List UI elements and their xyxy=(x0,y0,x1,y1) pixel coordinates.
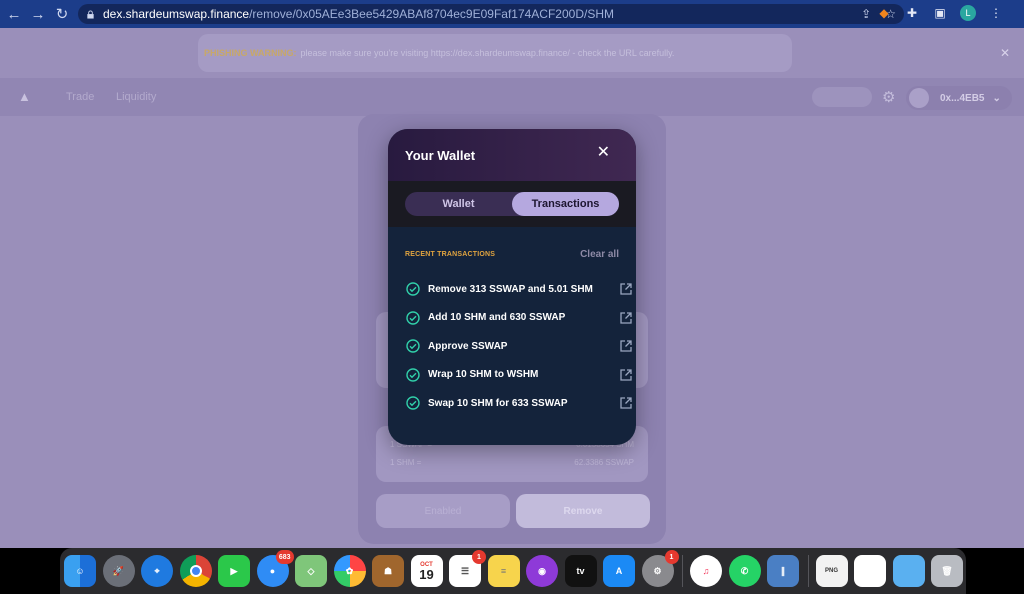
metamask-extension-icon[interactable]: ◆ xyxy=(876,5,892,21)
reminders-icon[interactable]: ☰ 1 xyxy=(449,550,486,587)
page-backdrop: PHISHING WARNING: please make sure you'r… xyxy=(0,28,1024,548)
transaction-row[interactable]: Add 10 SHM and 630 SSWAP xyxy=(406,304,636,333)
nav-link-liquidity[interactable]: Liquidity xyxy=(116,91,156,103)
maps-icon[interactable]: ◇ xyxy=(295,555,327,587)
transaction-label: Remove 313 SSWAP and 5.01 SHM xyxy=(428,283,593,295)
downloads-folder-icon[interactable] xyxy=(892,555,925,587)
gear-icon[interactable]: ⚙ xyxy=(882,88,895,106)
recent-transactions-header: RECENT TRANSACTIONS Clear all xyxy=(388,227,636,275)
account-button[interactable]: 0x...4EB5 ⌄ xyxy=(906,86,1012,110)
lock-icon xyxy=(87,9,94,19)
external-link-icon[interactable] xyxy=(619,339,633,353)
macos-dock: ☺ 🚀 ⌖ ▶ ● 683 ◇ ✿ ☗ OCT 19 ☰ 1 ≡ ◉ tv A ⚙ 1 … xyxy=(60,548,966,594)
phishing-warning-banner: PHISHING WARNING: please make sure you'r… xyxy=(198,34,792,72)
enable-button[interactable]: Enabled xyxy=(376,494,510,528)
modal-header: Your Wallet ✕ xyxy=(388,129,636,181)
messages-icon[interactable]: ● 683 xyxy=(256,550,294,587)
account-address: 0x...4EB5 xyxy=(940,92,985,104)
logo-icon[interactable]: ▲ xyxy=(18,89,31,104)
png-file-icon[interactable]: PNG xyxy=(815,555,848,587)
dock-area: ☺ 🚀 ⌖ ▶ ● 683 ◇ ✿ ☗ OCT 19 ☰ 1 ≡ ◉ tv A ⚙ 1 … xyxy=(0,548,1024,594)
transaction-label: Wrap 10 SHM to WSHM xyxy=(428,369,539,381)
nav-link-trade[interactable]: Trade xyxy=(66,91,94,103)
transaction-label: Add 10 SHM and 630 SSWAP xyxy=(428,312,566,324)
messages-badge: 683 xyxy=(275,550,294,564)
calendar-day: 19 xyxy=(419,566,434,582)
remove-button[interactable]: Remove xyxy=(516,494,650,528)
sidepanel-icon[interactable]: ▣ xyxy=(932,5,948,21)
forward-icon[interactable]: → xyxy=(28,4,48,24)
whatsapp-icon[interactable]: ✆ xyxy=(728,555,761,587)
share-icon[interactable]: ⇪ xyxy=(861,7,871,21)
modal-title: Your Wallet xyxy=(405,147,476,163)
tab-transactions[interactable]: Transactions xyxy=(512,192,619,216)
external-link-icon[interactable] xyxy=(619,311,633,325)
close-icon[interactable]: ✕ xyxy=(597,142,610,162)
external-link-icon[interactable] xyxy=(619,396,633,410)
profile-avatar[interactable]: L xyxy=(960,5,976,21)
browser-toolbar: ← → ↻ dex.shardeumswap.finance/remove/0x… xyxy=(0,0,1024,28)
contacts-icon[interactable]: ☗ xyxy=(372,555,404,587)
url-host: dex.shardeumswap.finance xyxy=(103,7,250,21)
safari-icon[interactable]: ⌖ xyxy=(141,555,173,587)
address-bar[interactable]: dex.shardeumswap.finance/remove/0x05AEe3… xyxy=(78,4,904,24)
check-circle-icon xyxy=(406,339,420,353)
dock-separator xyxy=(807,555,809,587)
system-preferences-icon[interactable]: ⚙ 1 xyxy=(641,550,679,587)
close-banner-icon[interactable]: ✕ xyxy=(1000,46,1010,60)
dock-separator xyxy=(682,555,683,587)
notes-icon[interactable]: ≡ xyxy=(487,555,520,587)
recent-transactions-label: RECENT TRANSACTIONS xyxy=(405,251,496,258)
check-circle-icon xyxy=(406,282,420,296)
apple-tv-icon[interactable]: tv xyxy=(564,555,597,587)
reload-icon[interactable]: ↻ xyxy=(52,4,72,24)
banner-text: please make sure you're visiting https:/… xyxy=(300,48,675,58)
trash-icon[interactable]: 🗑 xyxy=(931,555,963,587)
document-icon[interactable] xyxy=(854,555,886,587)
finder-icon[interactable]: ☺ xyxy=(64,555,96,587)
settings-badge: 1 xyxy=(664,550,679,564)
extensions-puzzle-icon[interactable]: ✚ xyxy=(904,5,920,21)
check-circle-icon xyxy=(406,311,420,325)
tab-bar: Wallet Transactions xyxy=(388,181,636,227)
facetime-icon[interactable]: ▶ xyxy=(218,555,250,587)
wallet-modal: Your Wallet ✕ Wallet Transactions RECENT… xyxy=(388,129,636,445)
check-circle-icon xyxy=(406,396,420,410)
transaction-list: Remove 313 SSWAP and 5.01 SHM Add 10 SHM… xyxy=(388,275,636,418)
launchpad-icon[interactable]: 🚀 xyxy=(102,555,135,587)
top-navigation: ▲ Trade Liquidity ⚙ 0x...4EB5 ⌄ xyxy=(0,78,1024,116)
chrome-icon[interactable] xyxy=(179,555,212,587)
reminders-badge: 1 xyxy=(472,550,486,564)
tab-wallet[interactable]: Wallet xyxy=(405,192,512,216)
transaction-row[interactable]: Wrap 10 SHM to WSHM xyxy=(406,361,636,390)
back-icon[interactable]: ← xyxy=(4,4,24,24)
calendar-icon[interactable]: OCT 19 xyxy=(410,555,443,587)
transaction-row[interactable]: Remove 313 SSWAP and 5.01 SHM xyxy=(406,275,636,304)
chevron-down-icon: ⌄ xyxy=(992,92,1001,104)
network-pill[interactable] xyxy=(812,87,872,107)
parallels-icon[interactable]: ∥ xyxy=(767,555,799,587)
transaction-row[interactable]: Approve SSWAP xyxy=(406,332,636,361)
external-link-icon[interactable] xyxy=(619,282,633,296)
photos-icon[interactable]: ✿ xyxy=(333,555,366,587)
music-icon[interactable]: ♫ xyxy=(690,555,722,587)
check-circle-icon xyxy=(406,368,420,382)
wallet-avatar xyxy=(909,88,929,108)
transaction-label: Approve SSWAP xyxy=(428,340,508,352)
podcasts-icon[interactable]: ◉ xyxy=(526,555,558,587)
app-store-icon[interactable]: A xyxy=(603,555,635,587)
transaction-label: Swap 10 SHM for 633 SSWAP xyxy=(428,397,568,409)
url-path: /remove/0x05AEe3Bee5429ABAf8704ec9E09Faf… xyxy=(249,7,614,21)
more-menu-icon[interactable]: ⋮ xyxy=(988,5,1004,21)
clear-all-button[interactable]: Clear all xyxy=(580,249,619,260)
banner-title: PHISHING WARNING: xyxy=(204,48,297,58)
external-link-icon[interactable] xyxy=(619,368,633,382)
transaction-row[interactable]: Swap 10 SHM for 633 SSWAP xyxy=(406,389,636,418)
